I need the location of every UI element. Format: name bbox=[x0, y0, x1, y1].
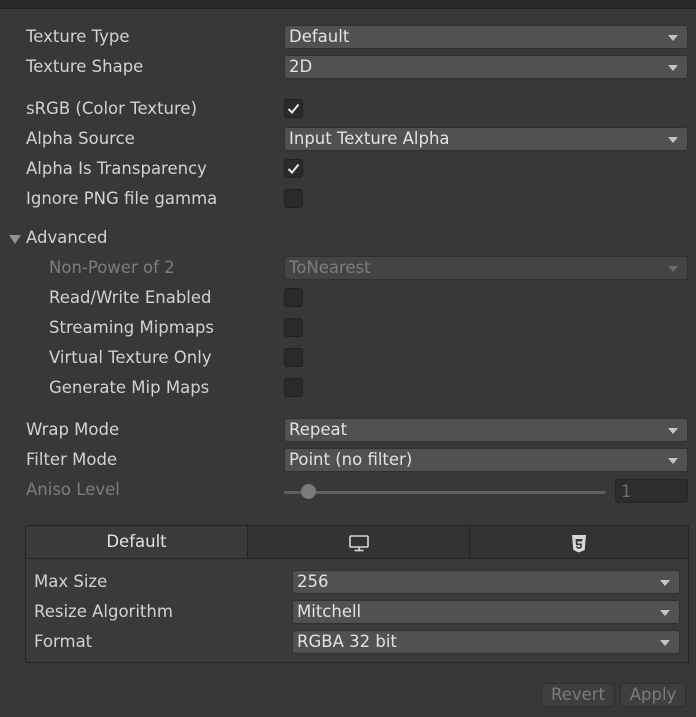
non-power-of-2-label: Non-Power of 2 bbox=[49, 258, 175, 277]
ignore-png-gamma-row: Ignore PNG file gamma bbox=[0, 187, 696, 213]
wrap-mode-row: Wrap Mode Repeat bbox=[0, 418, 696, 444]
aniso-level-slider-track bbox=[284, 491, 606, 494]
streaming-mipmaps-label: Streaming Mipmaps bbox=[49, 318, 215, 337]
tab-default-label: Default bbox=[106, 532, 167, 551]
dropdown-arrow-icon bbox=[668, 65, 678, 71]
wrap-mode-dropdown[interactable]: Repeat bbox=[284, 418, 688, 442]
wrap-mode-value: Repeat bbox=[289, 420, 348, 439]
non-power-of-2-value: ToNearest bbox=[289, 258, 371, 277]
srgb-row: sRGB (Color Texture) bbox=[0, 97, 696, 123]
apply-button[interactable]: Apply bbox=[620, 683, 686, 707]
streaming-mipmaps-row: Streaming Mipmaps bbox=[0, 316, 696, 342]
filter-mode-value: Point (no filter) bbox=[289, 450, 413, 469]
max-size-row: Max Size 256 bbox=[26, 570, 688, 596]
foldout-expanded-icon bbox=[9, 235, 21, 244]
format-label: Format bbox=[34, 632, 93, 651]
srgb-checkbox[interactable] bbox=[284, 99, 303, 118]
generate-mip-maps-row: Generate Mip Maps bbox=[0, 376, 696, 402]
platform-tabs: Default bbox=[26, 526, 688, 559]
ignore-png-gamma-label: Ignore PNG file gamma bbox=[26, 189, 218, 208]
texture-shape-label: Texture Shape bbox=[26, 57, 144, 76]
alpha-is-transparency-row: Alpha Is Transparency bbox=[0, 157, 696, 183]
dropdown-arrow-icon bbox=[668, 458, 678, 464]
virtual-texture-only-label: Virtual Texture Only bbox=[49, 348, 212, 367]
dropdown-arrow-icon bbox=[668, 35, 678, 41]
header-divider bbox=[0, 0, 696, 9]
format-row: Format RGBA 32 bit bbox=[26, 630, 688, 656]
max-size-value: 256 bbox=[297, 572, 329, 591]
alpha-source-dropdown[interactable]: Input Texture Alpha bbox=[284, 127, 688, 151]
aniso-level-field: 1 bbox=[615, 479, 688, 503]
format-value: RGBA 32 bit bbox=[297, 632, 397, 651]
texture-type-row: Texture Type Default bbox=[0, 25, 696, 51]
alpha-is-transparency-checkbox[interactable] bbox=[284, 159, 303, 178]
resize-algorithm-row: Resize Algorithm Mitchell bbox=[26, 600, 688, 626]
filter-mode-row: Filter Mode Point (no filter) bbox=[0, 448, 696, 474]
alpha-source-label: Alpha Source bbox=[26, 129, 135, 148]
platform-settings-panel: Default Max Size 256 Resize Algorithm Mi… bbox=[25, 525, 689, 663]
dropdown-arrow-icon bbox=[668, 137, 678, 143]
read-write-row: Read/Write Enabled bbox=[0, 286, 696, 312]
dropdown-arrow-icon bbox=[660, 640, 670, 646]
non-power-of-2-dropdown: ToNearest bbox=[284, 256, 688, 280]
aniso-level-value: 1 bbox=[621, 482, 632, 501]
virtual-texture-only-checkbox[interactable] bbox=[284, 348, 303, 367]
generate-mip-maps-checkbox[interactable] bbox=[284, 378, 303, 397]
alpha-source-row: Alpha Source Input Texture Alpha bbox=[0, 127, 696, 153]
texture-shape-row: Texture Shape 2D bbox=[0, 55, 696, 81]
dropdown-arrow-icon bbox=[668, 266, 678, 272]
generate-mip-maps-label: Generate Mip Maps bbox=[49, 378, 210, 397]
resize-algorithm-label: Resize Algorithm bbox=[34, 602, 173, 621]
virtual-texture-only-row: Virtual Texture Only bbox=[0, 346, 696, 372]
filter-mode-dropdown[interactable]: Point (no filter) bbox=[284, 448, 688, 472]
format-dropdown[interactable]: RGBA 32 bit bbox=[292, 630, 680, 654]
alpha-source-value: Input Texture Alpha bbox=[289, 129, 450, 148]
max-size-label: Max Size bbox=[34, 572, 108, 591]
monitor-icon bbox=[348, 535, 369, 552]
resize-algorithm-dropdown[interactable]: Mitchell bbox=[292, 600, 680, 624]
read-write-checkbox[interactable] bbox=[284, 288, 303, 307]
revert-button[interactable]: Revert bbox=[541, 683, 615, 707]
streaming-mipmaps-checkbox[interactable] bbox=[284, 318, 303, 337]
resize-algorithm-value: Mitchell bbox=[297, 602, 362, 621]
html5-icon bbox=[572, 535, 586, 553]
dropdown-arrow-icon bbox=[668, 428, 678, 434]
checkmark-icon bbox=[287, 103, 300, 114]
aniso-level-row: Aniso Level 1 bbox=[0, 478, 696, 504]
tab-default[interactable]: Default bbox=[26, 526, 248, 558]
tab-standalone[interactable] bbox=[248, 526, 470, 558]
read-write-label: Read/Write Enabled bbox=[49, 288, 212, 307]
srgb-label: sRGB (Color Texture) bbox=[26, 99, 198, 118]
dropdown-arrow-icon bbox=[660, 580, 670, 586]
alpha-is-transparency-label: Alpha Is Transparency bbox=[26, 159, 207, 178]
advanced-label: Advanced bbox=[26, 228, 108, 247]
texture-shape-value: 2D bbox=[289, 57, 313, 76]
aniso-level-label: Aniso Level bbox=[26, 480, 120, 499]
max-size-dropdown[interactable]: 256 bbox=[292, 570, 680, 594]
non-power-of-2-row: Non-Power of 2 ToNearest bbox=[0, 256, 696, 282]
ignore-png-gamma-checkbox[interactable] bbox=[284, 189, 303, 208]
texture-type-dropdown[interactable]: Default bbox=[284, 25, 688, 49]
tab-webgl[interactable] bbox=[470, 526, 688, 558]
texture-type-value: Default bbox=[289, 27, 350, 46]
dropdown-arrow-icon bbox=[660, 610, 670, 616]
checkmark-icon bbox=[287, 163, 300, 174]
aniso-level-slider-thumb bbox=[301, 484, 316, 499]
wrap-mode-label: Wrap Mode bbox=[26, 420, 120, 439]
texture-shape-dropdown[interactable]: 2D bbox=[284, 55, 688, 79]
texture-type-label: Texture Type bbox=[26, 27, 130, 46]
advanced-foldout[interactable]: Advanced bbox=[0, 226, 696, 252]
filter-mode-label: Filter Mode bbox=[26, 450, 118, 469]
